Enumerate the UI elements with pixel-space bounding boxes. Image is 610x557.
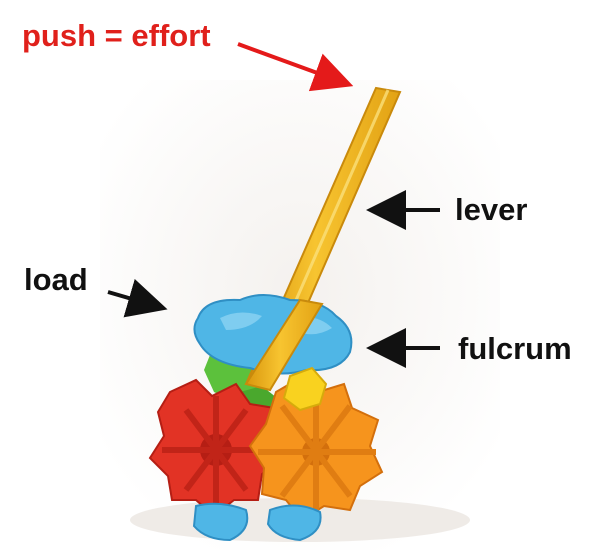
lever-label: lever <box>455 192 528 227</box>
fulcrum-label: fulcrum <box>458 331 572 366</box>
effort-arrow <box>237 42 354 92</box>
load-label: load <box>24 262 88 297</box>
lever-diagram <box>100 42 500 550</box>
effort-label: push = effort <box>22 18 211 53</box>
